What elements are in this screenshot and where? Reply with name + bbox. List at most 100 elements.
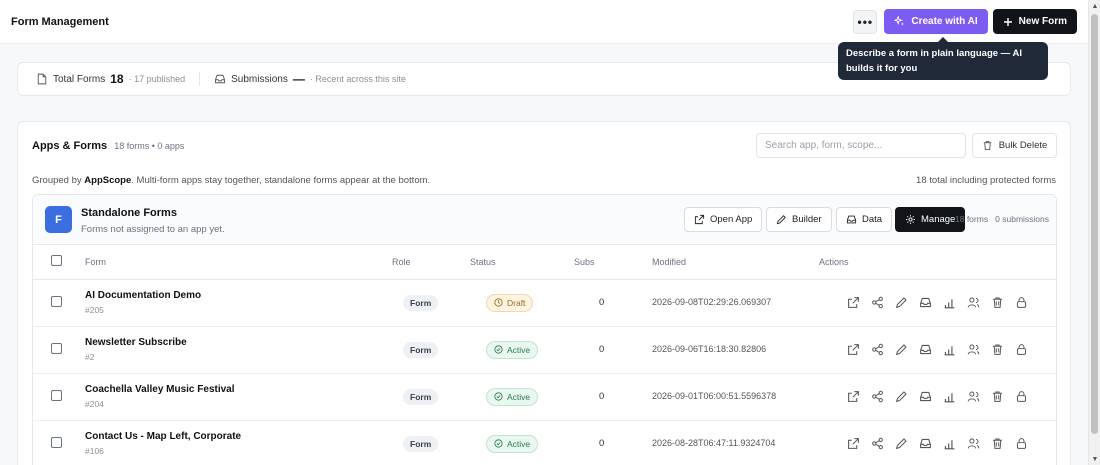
stats-icon bbox=[944, 440, 954, 450]
form-name[interactable]: Newsletter Subscribe bbox=[85, 337, 392, 348]
create-with-ai-button[interactable]: Create with AI bbox=[884, 9, 988, 34]
modified-timestamp: 2026-09-01T06:00:51.5596378 bbox=[652, 391, 777, 401]
row-action-share-icon[interactable] bbox=[870, 296, 884, 310]
table-row[interactable]: AI Documentation Demo #205 Form Draft 0 … bbox=[33, 279, 1056, 327]
users-icon bbox=[967, 438, 979, 449]
row-action-trash-icon[interactable] bbox=[990, 390, 1004, 404]
lock-icon bbox=[1016, 438, 1026, 449]
users-icon bbox=[967, 297, 979, 308]
search-input[interactable] bbox=[756, 133, 966, 158]
total-forms-value: 18 bbox=[110, 72, 124, 86]
row-action-users-icon[interactable] bbox=[966, 296, 980, 310]
more-options-button[interactable]: ••• bbox=[853, 9, 878, 34]
group-counts: 18 forms 0 submissions bbox=[955, 214, 1050, 224]
col-subs[interactable]: Subs bbox=[574, 245, 652, 280]
row-action-edit-icon[interactable] bbox=[894, 437, 908, 451]
form-name[interactable]: Contact Us - Map Left, Corporate bbox=[85, 431, 392, 442]
subs-count: 0 bbox=[599, 297, 605, 308]
col-role[interactable]: Role bbox=[392, 245, 470, 280]
bulk-delete-label: Bulk Delete bbox=[998, 140, 1048, 151]
row-checkbox[interactable] bbox=[51, 295, 62, 307]
panel-title: Apps & Forms bbox=[32, 140, 108, 152]
open-app-button[interactable]: Open App bbox=[684, 207, 763, 232]
row-checkbox[interactable] bbox=[51, 342, 62, 354]
inbox-icon bbox=[919, 391, 931, 402]
trash-icon bbox=[992, 344, 1002, 355]
bulk-delete-button[interactable]: Bulk Delete bbox=[972, 133, 1057, 158]
row-action-inbox-icon[interactable] bbox=[918, 437, 932, 451]
row-action-users-icon[interactable] bbox=[966, 343, 980, 357]
row-action-edit-icon[interactable] bbox=[894, 296, 908, 310]
row-action-trash-icon[interactable] bbox=[990, 296, 1004, 310]
forms-table: Form Role Status Subs Modified Actions A… bbox=[33, 245, 1056, 465]
scroll-down-icon[interactable]: ▼ bbox=[1089, 453, 1100, 465]
form-cell: Coachella Valley Music Festival #204 bbox=[85, 373, 392, 421]
inbox-icon bbox=[215, 74, 226, 84]
panel-header: Apps & Forms 18 forms • 0 apps bbox=[32, 140, 184, 152]
table-row[interactable]: Coachella Valley Music Festival #204 For… bbox=[33, 373, 1056, 421]
col-modified[interactable]: Modified bbox=[652, 245, 819, 280]
total-forms-label: Total Forms bbox=[53, 73, 106, 85]
row-action-inbox-icon[interactable] bbox=[918, 390, 932, 404]
page-scrollbar[interactable]: ▲ ▼ bbox=[1088, 0, 1100, 465]
table-row[interactable]: Newsletter Subscribe #2 Form Active 0 20… bbox=[33, 326, 1056, 374]
row-action-edit-icon[interactable] bbox=[894, 343, 908, 357]
form-cell: AI Documentation Demo #205 bbox=[85, 279, 392, 327]
table-header-row: Form Role Status Subs Modified Actions bbox=[33, 245, 1056, 280]
users-icon bbox=[967, 391, 979, 402]
grouping-note: Grouped by AppScope. Multi-form apps sta… bbox=[32, 175, 430, 186]
row-action-open-icon[interactable] bbox=[846, 437, 860, 451]
row-action-open-icon[interactable] bbox=[846, 296, 860, 310]
row-action-share-icon[interactable] bbox=[870, 437, 884, 451]
total-forms-sub: · 17 published bbox=[128, 74, 186, 84]
row-action-trash-icon[interactable] bbox=[990, 437, 1004, 451]
select-all-checkbox[interactable] bbox=[51, 255, 62, 267]
builder-button[interactable]: Builder bbox=[766, 207, 832, 232]
row-action-lock-icon[interactable] bbox=[1014, 343, 1028, 357]
sparkles-icon bbox=[894, 16, 905, 26]
row-action-share-icon[interactable] bbox=[870, 343, 884, 357]
stat-total-forms: Total Forms 18 · 17 published bbox=[36, 72, 185, 86]
row-action-users-icon[interactable] bbox=[966, 437, 980, 451]
col-form[interactable]: Form bbox=[85, 245, 392, 280]
status-badge: Draft bbox=[486, 293, 534, 312]
data-button[interactable]: Data bbox=[836, 207, 893, 232]
row-action-stats-icon[interactable] bbox=[942, 343, 956, 357]
row-action-open-icon[interactable] bbox=[846, 390, 860, 404]
col-status[interactable]: Status bbox=[470, 245, 574, 280]
row-action-stats-icon[interactable] bbox=[942, 390, 956, 404]
check-circle-icon bbox=[494, 439, 503, 448]
role-badge: Form bbox=[403, 388, 439, 405]
role-cell: Form bbox=[392, 420, 470, 465]
scroll-thumb[interactable] bbox=[1091, 14, 1098, 434]
row-action-lock-icon[interactable] bbox=[1014, 296, 1028, 310]
row-action-stats-icon[interactable] bbox=[942, 296, 956, 310]
actions-cell bbox=[819, 279, 1056, 327]
form-name[interactable]: Coachella Valley Music Festival bbox=[85, 384, 392, 395]
row-action-inbox-icon[interactable] bbox=[918, 343, 932, 357]
row-action-lock-icon[interactable] bbox=[1014, 437, 1028, 451]
apps-forms-panel: Apps & Forms 18 forms • 0 apps Bulk Dele… bbox=[17, 121, 1071, 465]
form-name[interactable]: AI Documentation Demo bbox=[85, 290, 392, 301]
create-with-ai-tooltip: Describe a form in plain language — AI b… bbox=[838, 37, 1048, 80]
form-id: #106 bbox=[85, 446, 104, 456]
share-icon bbox=[871, 437, 883, 450]
row-action-open-icon[interactable] bbox=[846, 343, 860, 357]
subs-count: 0 bbox=[599, 344, 605, 355]
row-checkbox[interactable] bbox=[51, 436, 62, 448]
row-action-users-icon[interactable] bbox=[966, 390, 980, 404]
status-badge: Active bbox=[486, 340, 539, 359]
manage-label: Manage bbox=[921, 214, 956, 225]
open-icon bbox=[847, 391, 859, 402]
row-action-trash-icon[interactable] bbox=[990, 343, 1004, 357]
row-action-edit-icon[interactable] bbox=[894, 390, 908, 404]
new-form-button[interactable]: New Form bbox=[992, 9, 1077, 34]
scroll-up-icon[interactable]: ▲ bbox=[1089, 0, 1100, 12]
data-label: Data bbox=[862, 214, 883, 225]
row-action-inbox-icon[interactable] bbox=[918, 296, 932, 310]
row-action-stats-icon[interactable] bbox=[942, 437, 956, 451]
row-checkbox[interactable] bbox=[51, 389, 62, 401]
table-row[interactable]: Contact Us - Map Left, Corporate #106 Fo… bbox=[33, 420, 1056, 465]
row-action-share-icon[interactable] bbox=[870, 390, 884, 404]
row-action-lock-icon[interactable] bbox=[1014, 390, 1028, 404]
